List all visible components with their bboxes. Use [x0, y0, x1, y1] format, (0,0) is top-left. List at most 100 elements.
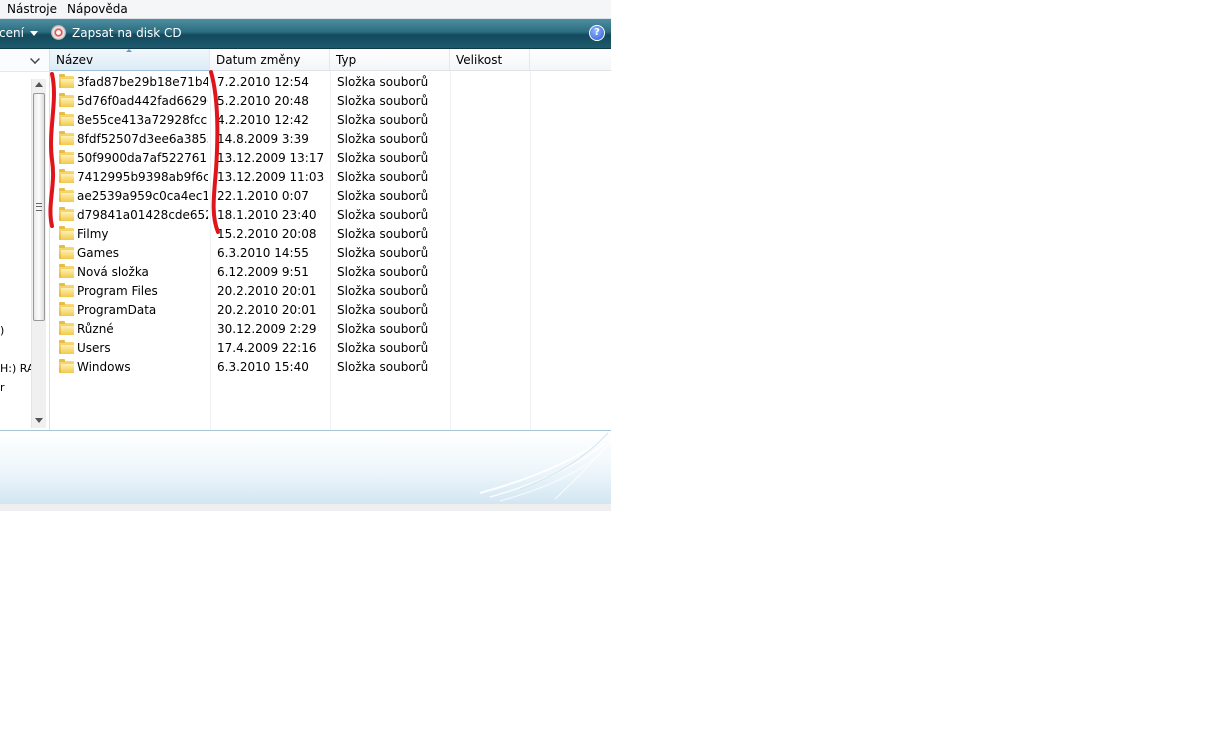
file-date: 30.12.2009 2:29 [217, 322, 317, 336]
folder-icon [59, 169, 74, 183]
file-name: d79841a01428cde652f0... [77, 208, 208, 222]
grip-icon [36, 203, 42, 211]
file-name: Games [77, 246, 119, 260]
file-row[interactable]: 5d76f0ad442fad662966... 5.2.2010 20:48 Slo… [50, 92, 611, 111]
file-name: ae2539a959c0ca4ec195... [77, 189, 208, 203]
file-row[interactable]: Windows 6.3.2010 15:40 Složka souborů [50, 358, 611, 377]
column-header-size[interactable]: Velikost [450, 49, 530, 71]
file-type: Složka souborů [337, 208, 429, 222]
command-bar: cení Zapsat na disk CD ? [0, 19, 611, 49]
column-header-empty [530, 49, 611, 71]
folder-icon [59, 245, 74, 259]
scroll-down-arrow-icon[interactable] [35, 418, 43, 423]
folder-icon [59, 359, 74, 373]
details-pane [0, 430, 611, 505]
file-date: 13.12.2009 13:17 [217, 151, 325, 165]
file-row[interactable]: 8fdf52507d3ee6a38535... 14.8.2009 3:39 Slo… [50, 130, 611, 149]
file-name: 8fdf52507d3ee6a38535... [77, 132, 208, 146]
file-type: Složka souborů [337, 113, 429, 127]
burn-cd-icon[interactable] [51, 25, 66, 40]
file-row[interactable]: Program Files 20.2.2010 20:01 Složka soubo… [50, 282, 611, 301]
file-name: Windows [77, 360, 131, 374]
file-date: 20.2.2010 20:01 [217, 303, 317, 317]
folder-icon [59, 283, 74, 297]
chevron-down-icon[interactable] [30, 54, 40, 64]
navigation-pane: ) H:) RA r [0, 49, 50, 430]
scroll-up-arrow-icon[interactable] [35, 82, 43, 87]
scrollbar-thumb[interactable] [33, 93, 45, 321]
file-type: Složka souborů [337, 189, 429, 203]
file-date: 6.3.2010 14:55 [217, 246, 309, 260]
folder-icon [59, 340, 74, 354]
folder-icon [59, 321, 74, 335]
file-name: ProgramData [77, 303, 157, 317]
file-type: Složka souborů [337, 341, 429, 355]
menu-bar: Nástroje Nápověda [0, 0, 611, 19]
file-type: Složka souborů [337, 265, 429, 279]
file-name: 5d76f0ad442fad662966... [77, 94, 208, 108]
folder-icon [59, 74, 74, 88]
column-header-name-label: Název [56, 53, 94, 67]
nav-item[interactable]: ) [0, 324, 4, 337]
file-row[interactable]: 8e55ce413a72928fcc60... 4.2.2010 12:42 Slo… [50, 111, 611, 130]
file-row[interactable]: 7412995b9398ab9f6cb5... 13.12.2009 11:03 S… [50, 168, 611, 187]
file-row[interactable]: 3fad87be29b18e71b42f... 7.2.2010 12:54 Slo… [50, 73, 611, 92]
column-header-type[interactable]: Typ [330, 49, 450, 71]
file-row[interactable]: ae2539a959c0ca4ec195... 22.1.2010 0:07 Slo… [50, 187, 611, 206]
chevron-down-icon[interactable] [30, 31, 38, 36]
file-type: Složka souborů [337, 322, 429, 336]
file-name: 50f9900da7af522761 [77, 151, 208, 165]
folder-icon [59, 264, 74, 278]
file-row[interactable]: Různé 30.12.2009 2:29 Složka souborů [50, 320, 611, 339]
nav-scrollbar[interactable] [31, 79, 46, 428]
status-bar [0, 504, 611, 511]
burn-cd-button[interactable]: Zapsat na disk CD [72, 26, 182, 40]
file-name: 8e55ce413a72928fcc60... [77, 113, 208, 127]
help-icon[interactable]: ? [589, 25, 605, 41]
file-row[interactable]: ProgramData 20.2.2010 20:01 Složka souborů [50, 301, 611, 320]
decorative-swoosh [479, 432, 611, 502]
nav-item[interactable]: r [0, 381, 5, 394]
folder-icon [59, 302, 74, 316]
file-type: Složka souborů [337, 227, 429, 241]
folder-icon [59, 131, 74, 145]
file-name: Nová složka [77, 265, 149, 279]
sort-ascending-icon [126, 49, 132, 52]
column-header-type-label: Typ [336, 53, 357, 67]
menu-tools[interactable]: Nástroje [7, 1, 57, 17]
file-date: 20.2.2010 20:01 [217, 284, 317, 298]
file-row[interactable]: Filmy 15.2.2010 20:08 Složka souborů [50, 225, 611, 244]
column-header-date-label: Datum změny [216, 53, 301, 67]
folder-icon [59, 188, 74, 202]
column-header-date[interactable]: Datum změny [210, 49, 330, 71]
file-type: Složka souborů [337, 303, 429, 317]
file-name: Filmy [77, 227, 109, 241]
column-header-name[interactable]: Název [50, 49, 210, 71]
nav-item[interactable]: H:) RA [0, 362, 35, 375]
file-type: Složka souborů [337, 284, 429, 298]
file-date: 7.2.2010 12:54 [217, 75, 309, 89]
file-type: Složka souborů [337, 360, 429, 374]
file-row[interactable]: Users 17.4.2009 22:16 Složka souborů [50, 339, 611, 358]
file-name: Users [77, 341, 111, 355]
file-list: Název Datum změny Typ Velikost 3fad87be2… [50, 49, 611, 430]
menu-help[interactable]: Nápověda [67, 1, 128, 17]
file-row[interactable]: Games 6.3.2010 14:55 Složka souborů [50, 244, 611, 263]
folder-icon [59, 207, 74, 221]
file-date: 15.2.2010 20:08 [217, 227, 317, 241]
file-name: 7412995b9398ab9f6cb5... [77, 170, 208, 184]
file-date: 13.12.2009 11:03 [217, 170, 325, 184]
file-date: 18.1.2010 23:40 [217, 208, 317, 222]
share-button-label[interactable]: cení [0, 26, 24, 40]
folder-icon [59, 150, 74, 164]
file-name: Program Files [77, 284, 158, 298]
file-date: 22.1.2010 0:07 [217, 189, 309, 203]
file-row[interactable]: d79841a01428cde652f0... 18.1.2010 23:40 Sl… [50, 206, 611, 225]
column-header-size-label: Velikost [456, 53, 503, 67]
file-row[interactable]: Nová složka 6.12.2009 9:51 Složka souborů [50, 263, 611, 282]
explorer-window: Nástroje Nápověda cení Zapsat na disk CD… [0, 0, 611, 511]
folder-icon [59, 112, 74, 126]
file-row[interactable]: 50f9900da7af522761 13.12.2009 13:17 Složka… [50, 149, 611, 168]
file-name: Různé [77, 322, 114, 336]
file-type: Složka souborů [337, 132, 429, 146]
